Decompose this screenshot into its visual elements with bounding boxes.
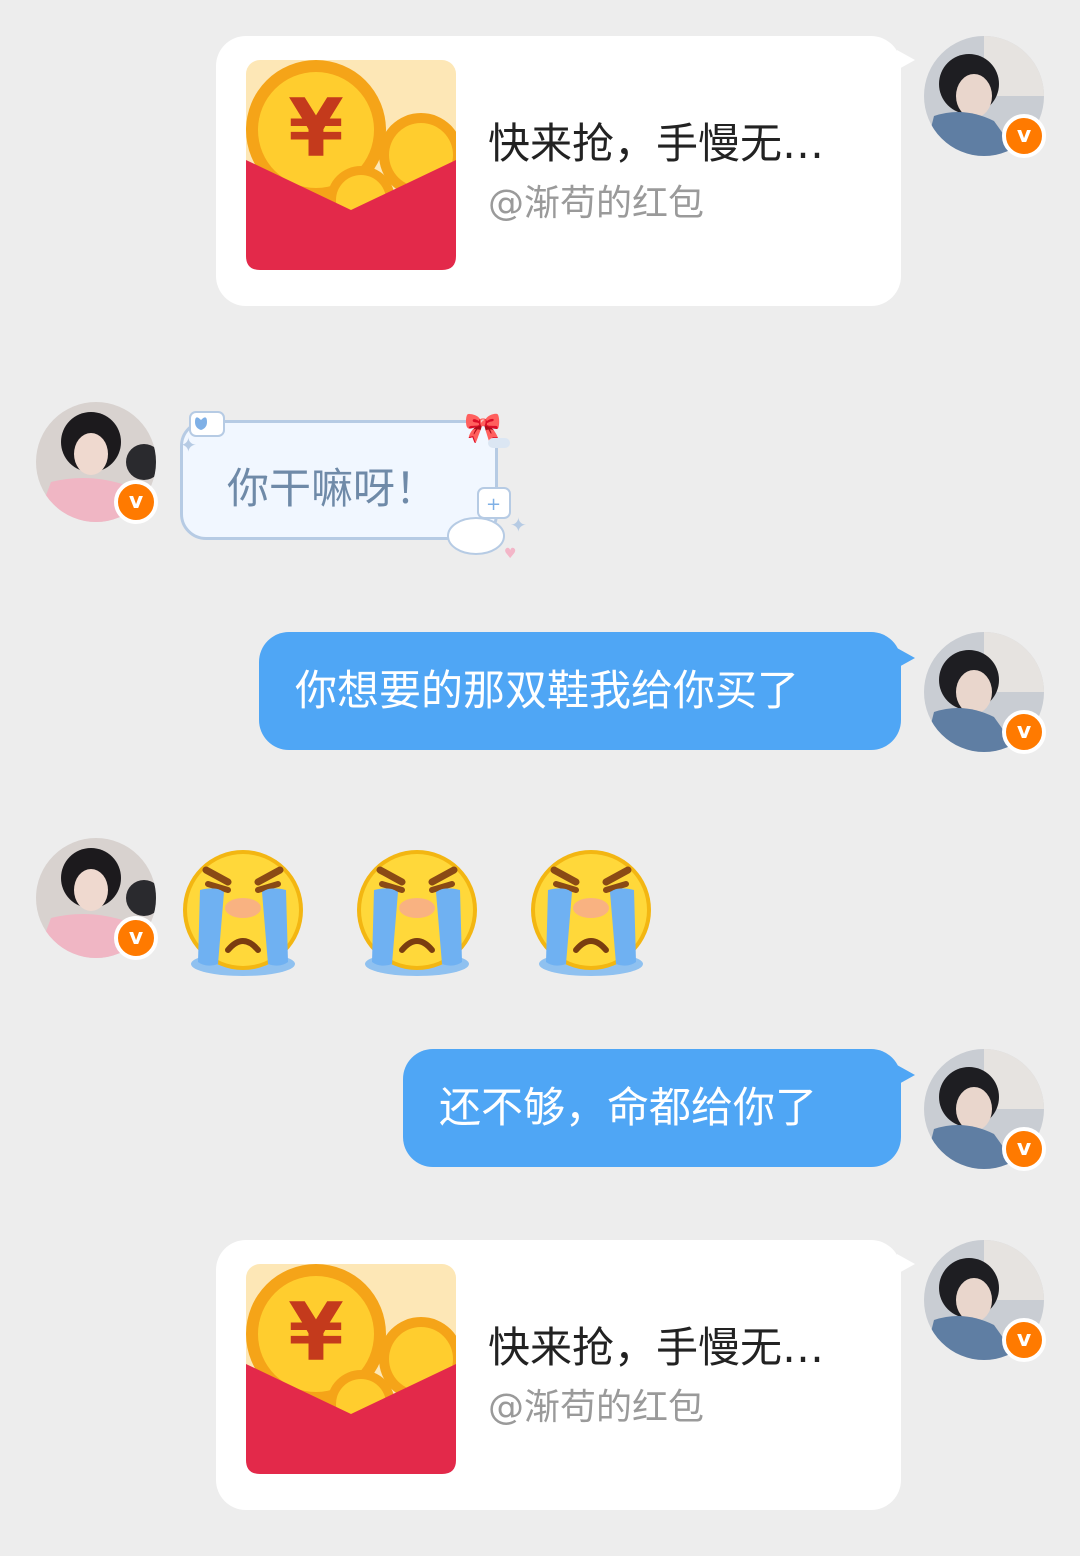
svg-text:✦: ✦: [510, 513, 527, 537]
my-avatar[interactable]: v: [924, 1049, 1046, 1171]
red-packet-sender: @渐苟的红包: [488, 1387, 705, 1428]
bubble-tail: [897, 1065, 915, 1085]
red-packet-title: 快来抢，手慢无…: [488, 1323, 825, 1372]
friend-avatar[interactable]: v: [36, 402, 158, 524]
red-packet-sender: @渐苟的红包: [488, 183, 705, 224]
bubble-tail: [897, 648, 915, 668]
crying-face-emoji-icon[interactable]: [352, 846, 482, 986]
red-packet-card[interactable]: ¥ 快来抢，手慢无… @渐苟的红包: [216, 36, 915, 306]
red-packet-icon: ¥: [246, 1264, 456, 1474]
my-avatar[interactable]: v: [924, 632, 1046, 754]
svg-text:✦: ✦: [180, 433, 197, 457]
bubble-tail: [897, 50, 915, 70]
svg-text:♥: ♥: [504, 546, 517, 562]
svg-text:¥: ¥: [288, 82, 344, 175]
crying-face-emoji-icon[interactable]: [178, 846, 308, 986]
verified-badge-icon: v: [114, 480, 158, 524]
red-packet-title: 快来抢，手慢无…: [488, 119, 825, 168]
my-avatar[interactable]: v: [924, 1240, 1046, 1362]
svg-text:¥: ¥: [288, 1286, 344, 1379]
my-text-bubble[interactable]: 还不够，命都给你了: [403, 1049, 915, 1167]
my-avatar[interactable]: v: [924, 36, 1046, 158]
verified-badge-icon: v: [1002, 114, 1046, 158]
message-text: 还不够，命都给你了: [439, 1083, 818, 1132]
red-packet-icon: ¥: [246, 60, 456, 270]
verified-badge-icon: v: [1002, 710, 1046, 754]
message-text: 你想要的那双鞋我给你买了: [295, 666, 800, 715]
bubble-sticker-decoration: ✦ 🎀 + ✦ ♥: [180, 411, 527, 562]
verified-badge-icon: v: [1002, 1318, 1046, 1362]
friend-avatar[interactable]: v: [36, 838, 158, 960]
red-packet-card[interactable]: ¥ 快来抢，手慢无… @渐苟的红包: [216, 1240, 915, 1510]
verified-badge-icon: v: [1002, 1127, 1046, 1171]
bubble-tail: [897, 1254, 915, 1274]
my-text-bubble[interactable]: 你想要的那双鞋我给你买了: [259, 632, 915, 750]
crying-face-emoji-icon[interactable]: [526, 846, 656, 986]
verified-badge-icon: v: [114, 916, 158, 960]
svg-text:+: +: [486, 494, 501, 515]
